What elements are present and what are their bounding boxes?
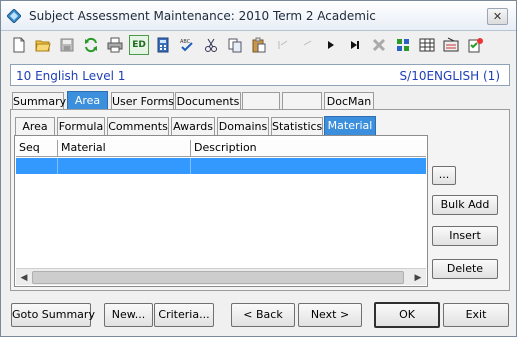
subtab-awards[interactable]: Awards (171, 117, 215, 135)
cell-description[interactable] (191, 158, 426, 174)
scroll-thumb[interactable] (32, 271, 404, 284)
tab-user-forms[interactable]: User Forms (111, 92, 174, 110)
prev-icon[interactable] (297, 35, 317, 55)
tab-blank-2[interactable] (282, 92, 322, 110)
checklist-icon[interactable] (465, 35, 485, 55)
criteria-button[interactable]: Criteria... (154, 303, 214, 327)
edit-label: ED (132, 40, 146, 50)
title-bar[interactable]: Subject Assessment Maintenance: 2010 Ter… (1, 1, 516, 31)
ellipsis-button[interactable]: ... (432, 166, 456, 185)
new-button[interactable]: New... (104, 303, 153, 327)
subtab-area[interactable]: Area (15, 117, 55, 135)
spellcheck-icon[interactable]: ABC (177, 35, 197, 55)
grid-icon[interactable] (417, 35, 437, 55)
table-row[interactable] (16, 158, 426, 174)
copy-icon[interactable] (225, 35, 245, 55)
next-button[interactable]: Next > (298, 303, 362, 327)
assessment-window: Subject Assessment Maintenance: 2010 Ter… (0, 0, 517, 337)
calculator-icon[interactable] (153, 35, 173, 55)
app-diamond-icon (6, 8, 22, 24)
tab-area[interactable]: Area (67, 91, 108, 110)
permissions-icon[interactable] (441, 35, 461, 55)
paste-icon[interactable] (249, 35, 269, 55)
tree-icon[interactable] (393, 35, 413, 55)
record-header: 10 English Level 1 S/10ENGLISH (1) (10, 64, 510, 86)
tab-documents[interactable]: Documents (175, 92, 241, 110)
insert-button[interactable]: Insert (432, 226, 498, 246)
scroll-left-icon[interactable]: ◀ (18, 272, 30, 284)
edit-icon[interactable]: ED (129, 35, 149, 55)
print-icon[interactable] (105, 35, 125, 55)
grid-header: Seq Material Description (16, 140, 426, 157)
cell-material[interactable] (58, 158, 191, 174)
back-button[interactable]: < Back (231, 303, 295, 327)
cut-icon[interactable] (201, 35, 221, 55)
subtab-material[interactable]: Material (324, 116, 376, 135)
subtab-statistics[interactable]: Statistics (271, 117, 323, 135)
toolbar: ED ABC (7, 34, 512, 58)
subtab-domains[interactable]: Domains (217, 117, 269, 135)
last-icon[interactable] (345, 35, 365, 55)
open-icon[interactable] (33, 35, 53, 55)
tab-docman[interactable]: DocMan (324, 92, 374, 110)
delete-button[interactable]: Delete (432, 259, 498, 279)
refresh-icon[interactable] (81, 35, 101, 55)
save-icon[interactable] (57, 35, 77, 55)
scroll-right-icon[interactable]: ▶ (412, 272, 424, 284)
column-header-material[interactable]: Material (58, 140, 191, 157)
horizontal-scrollbar[interactable]: ◀ ▶ (16, 268, 426, 285)
close-button[interactable]: ✕ (487, 8, 508, 25)
next-icon[interactable] (321, 35, 341, 55)
exit-button[interactable]: Exit (443, 303, 509, 327)
tab-blank-1[interactable] (242, 92, 280, 110)
subtab-formula[interactable]: Formula (57, 117, 105, 135)
window-title: Subject Assessment Maintenance: 2010 Ter… (29, 9, 376, 23)
bulk-add-button[interactable]: Bulk Add (432, 195, 498, 215)
new-icon[interactable] (9, 35, 29, 55)
goto-summary-button[interactable]: Goto Summary (11, 303, 95, 327)
ok-button[interactable]: OK (374, 302, 440, 328)
subject-code: S/10ENGLISH (1) (399, 69, 500, 83)
first-icon[interactable] (273, 35, 293, 55)
column-header-description[interactable]: Description (191, 140, 426, 157)
subject-name: 10 English Level 1 (16, 69, 126, 83)
subtab-comments[interactable]: Comments (107, 117, 169, 135)
delete-icon[interactable] (369, 35, 389, 55)
column-header-seq[interactable]: Seq (16, 140, 58, 157)
cell-seq[interactable] (16, 158, 58, 174)
svg-text:ABC: ABC (180, 39, 191, 45)
tab-summary[interactable]: Summary (12, 92, 66, 110)
